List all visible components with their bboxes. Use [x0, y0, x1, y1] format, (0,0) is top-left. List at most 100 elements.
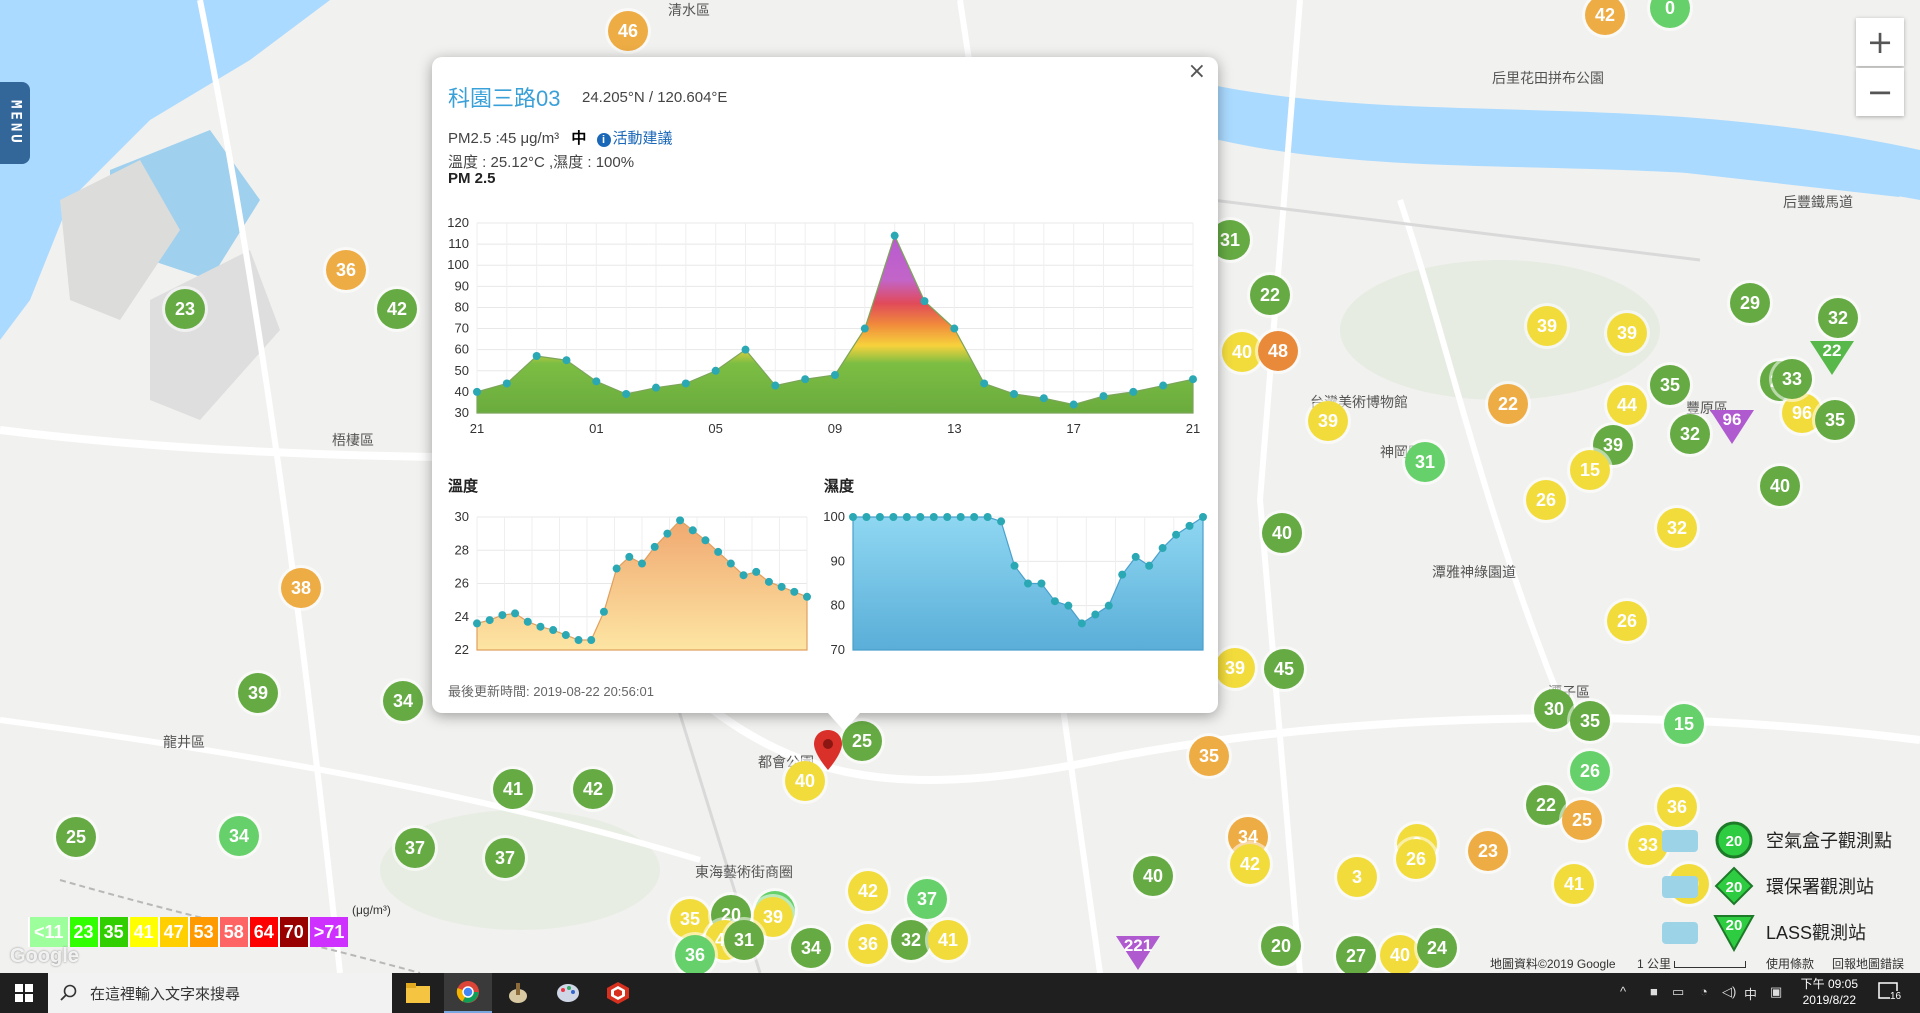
station-marker[interactable]: 22: [1488, 384, 1528, 424]
zoom-in-button[interactable]: +: [1856, 18, 1904, 66]
station-marker[interactable]: 30: [1534, 689, 1574, 729]
lass-station-marker[interactable]: 96: [1710, 410, 1754, 444]
station-marker[interactable]: 22: [1250, 275, 1290, 315]
zoom-out-button[interactable]: −: [1856, 68, 1904, 116]
station-marker[interactable]: 42: [1230, 844, 1270, 884]
station-marker[interactable]: 39: [238, 673, 278, 713]
station-marker[interactable]: 39: [1527, 306, 1567, 346]
station-marker[interactable]: 26: [1570, 751, 1610, 791]
app-button[interactable]: [494, 973, 542, 1013]
station-marker[interactable]: 39: [1607, 313, 1647, 353]
station-marker[interactable]: 41: [493, 769, 533, 809]
location-pin-icon[interactable]: [812, 728, 844, 772]
station-marker[interactable]: 34: [383, 681, 423, 721]
start-button[interactable]: [0, 973, 48, 1013]
ime-indicator[interactable]: 中: [1744, 984, 1757, 1003]
terms-link[interactable]: 使用條款: [1766, 955, 1814, 972]
station-marker[interactable]: 34: [219, 816, 259, 856]
station-marker[interactable]: 15: [1664, 704, 1704, 744]
station-marker[interactable]: 38: [281, 568, 321, 608]
chrome-button[interactable]: [444, 973, 492, 1013]
minus-icon: −: [1866, 73, 1894, 111]
station-marker[interactable]: 36: [675, 935, 715, 973]
station-marker[interactable]: 41: [928, 920, 968, 960]
station-marker[interactable]: 32: [1670, 414, 1710, 454]
station-marker[interactable]: 35: [670, 899, 710, 939]
station-marker[interactable]: 27: [1336, 936, 1376, 973]
wifi-icon[interactable]: ◔: [1700, 984, 1708, 999]
station-marker[interactable]: 23: [1468, 831, 1508, 871]
keyboard-icon[interactable]: ▣: [1770, 984, 1782, 1000]
station-marker[interactable]: 32: [891, 920, 931, 960]
station-marker[interactable]: 40: [1133, 856, 1173, 896]
file-explorer-button[interactable]: [394, 973, 442, 1013]
taskbar-clock[interactable]: 下午 09:05 2019/8/22: [1801, 976, 1858, 1008]
station-marker[interactable]: 40: [1262, 513, 1302, 553]
station-marker[interactable]: 44: [1607, 385, 1647, 425]
report-error-link[interactable]: 回報地圖錯誤: [1832, 955, 1904, 972]
station-marker[interactable]: 24: [1417, 928, 1457, 968]
station-marker[interactable]: 25: [56, 817, 96, 857]
data-point: [502, 379, 511, 388]
station-marker[interactable]: 39: [1308, 401, 1348, 441]
station-marker[interactable]: 40: [1222, 332, 1262, 372]
station-marker[interactable]: 40: [1760, 466, 1800, 506]
app-button[interactable]: [594, 973, 642, 1013]
y-tick-label: 30: [455, 509, 469, 524]
station-marker[interactable]: 33: [1772, 359, 1812, 399]
station-marker[interactable]: 15: [1570, 450, 1610, 490]
station-marker[interactable]: 31: [1405, 442, 1445, 482]
menu-tab[interactable]: MENU: [0, 82, 30, 164]
station-marker[interactable]: 3: [1337, 857, 1377, 897]
close-icon[interactable]: ×: [1188, 59, 1206, 84]
data-point: [1010, 561, 1019, 570]
data-point: [1010, 390, 1018, 398]
data-point: [638, 559, 646, 568]
station-marker[interactable]: 42: [848, 871, 888, 911]
station-marker[interactable]: 46: [608, 11, 648, 51]
data-point: [849, 513, 857, 521]
station-marker[interactable]: 36: [326, 250, 366, 290]
station-marker[interactable]: 39: [1215, 648, 1255, 688]
notification-icon[interactable]: 16: [1878, 981, 1902, 1006]
advice-link[interactable]: 活動建議: [613, 130, 673, 147]
station-marker[interactable]: 45: [1264, 649, 1304, 689]
station-marker[interactable]: 31: [724, 920, 764, 960]
station-marker[interactable]: 25: [1562, 800, 1602, 840]
station-marker[interactable]: 35: [1815, 400, 1855, 440]
station-marker[interactable]: 35: [1189, 736, 1229, 776]
y-tick-label: 70: [831, 642, 845, 655]
station-marker[interactable]: 42: [573, 769, 613, 809]
battery-icon[interactable]: ▭: [1672, 984, 1684, 1000]
station-marker[interactable]: 34: [791, 928, 831, 968]
station-marker[interactable]: 36: [848, 924, 888, 964]
station-marker[interactable]: 20: [1261, 926, 1301, 966]
station-marker[interactable]: 35: [1570, 701, 1610, 741]
station-marker[interactable]: 35: [1650, 365, 1690, 405]
station-marker[interactable]: 29: [1730, 283, 1770, 323]
pm25-chart-title: PM 2.5: [448, 170, 496, 187]
station-marker[interactable]: 22: [1526, 785, 1566, 825]
station-marker[interactable]: 41: [1554, 864, 1594, 904]
station-marker[interactable]: 48: [1258, 331, 1298, 371]
station-marker[interactable]: 23: [165, 289, 205, 329]
lass-station-marker[interactable]: 221: [1116, 936, 1160, 970]
y-tick-label: 90: [831, 553, 845, 568]
station-marker[interactable]: 42: [377, 289, 417, 329]
station-marker[interactable]: 32: [1818, 298, 1858, 338]
lass-station-marker[interactable]: 22: [1810, 341, 1854, 375]
station-marker[interactable]: 37: [907, 879, 947, 919]
taskbar-search-box[interactable]: 在這裡輸入文字來搜尋: [48, 973, 392, 1013]
station-marker[interactable]: 26: [1526, 480, 1566, 520]
station-marker[interactable]: 40: [1380, 935, 1420, 973]
app-button[interactable]: [544, 973, 592, 1013]
volume-icon[interactable]: ◁): [1722, 984, 1736, 1000]
security-icon[interactable]: ■: [1650, 984, 1658, 999]
chevron-up-icon[interactable]: ^: [1620, 984, 1626, 999]
station-marker[interactable]: 26: [1396, 839, 1436, 879]
menu-label: MENU: [7, 100, 24, 146]
station-marker[interactable]: 37: [485, 838, 525, 878]
station-marker[interactable]: 37: [395, 828, 435, 868]
station-marker[interactable]: 26: [1607, 601, 1647, 641]
station-marker[interactable]: 32: [1657, 508, 1697, 548]
